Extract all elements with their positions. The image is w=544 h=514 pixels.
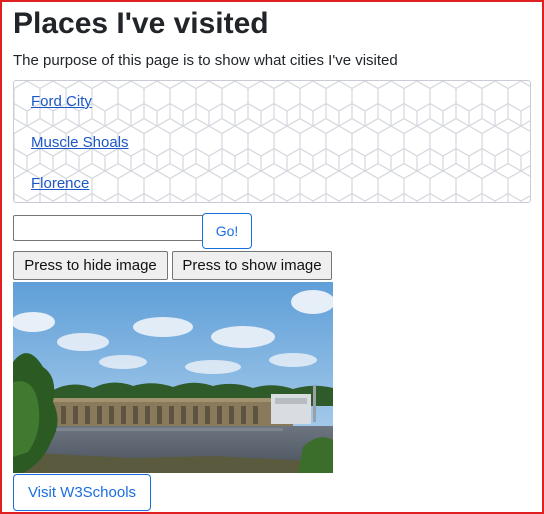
main-content: Places I've visited The purpose of this … — [13, 6, 531, 511]
city-list: Ford City Muscle Shoals Florence — [13, 80, 531, 203]
dam-photo — [13, 282, 333, 473]
city-link-muscle-shoals[interactable]: Muscle Shoals — [31, 134, 129, 151]
page-title: Places I've visited — [13, 7, 269, 40]
hide-image-button[interactable]: Press to hide image — [13, 251, 168, 280]
search-input[interactable] — [13, 215, 205, 241]
list-item: Ford City — [14, 81, 530, 122]
visit-w3schools-button[interactable]: Visit W3Schools — [13, 474, 151, 511]
go-button[interactable]: Go! — [202, 213, 252, 249]
list-item: Florence — [14, 163, 530, 202]
city-link-florence[interactable]: Florence — [31, 175, 89, 192]
city-link-ford-city[interactable]: Ford City — [31, 93, 92, 110]
show-image-button[interactable]: Press to show image — [172, 251, 332, 280]
list-item: Muscle Shoals — [14, 122, 530, 163]
page-description: The purpose of this page is to show what… — [13, 52, 398, 69]
